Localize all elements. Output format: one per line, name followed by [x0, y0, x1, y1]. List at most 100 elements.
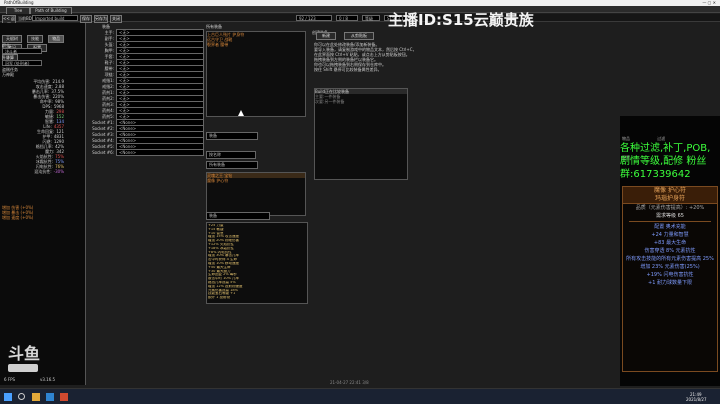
promo-line: 剧情等级,配修 粉丝	[620, 156, 707, 167]
mods-panel: 装备 +25 力量 +15 敏捷 +10 智慧 增加 15% 攻击速度 增加 20% 物…	[206, 212, 308, 304]
slot-label: Socket #2:	[92, 125, 114, 131]
taskbar: 21:49 2021/8/27	[0, 388, 720, 404]
mouse-cursor-icon	[238, 110, 244, 116]
slot-label: 戒指2:	[102, 83, 114, 89]
item-mod-line: +24 力量和智慧	[651, 232, 689, 238]
slot-label: 药剂4:	[102, 107, 114, 113]
promo-text: 各种过滤,补丁,POB, 剧情等级,配修 粉丝 群:617339642	[620, 142, 720, 181]
toolbar: << 返回 当前BD Imported build 保存 另存为 关闭 92 /…	[0, 14, 720, 29]
slot-label: 手套:	[104, 53, 114, 59]
equipment-slot-list: 主手: <无> 副手: <无> 头盔: <无> 胸甲: <无> 手套: <无> 鞋子: <无> 腰带: <…	[88, 28, 204, 156]
slot-label: Socket #6:	[92, 149, 114, 155]
slot-label: 胸甲:	[104, 47, 114, 53]
stat-row: 混沌抗性: -30%	[2, 169, 84, 174]
slot-label: 头盔:	[104, 41, 114, 47]
version-readout: v3.16.5	[40, 377, 56, 382]
stat-label: 混沌抗性:	[34, 169, 52, 174]
close-build-button[interactable]: 关闭	[110, 15, 122, 23]
pantheon-label: 万神殿	[2, 72, 14, 77]
side-tab[interactable]: 物品	[622, 136, 652, 141]
item-requirement: 需求等级 65	[656, 213, 684, 219]
build-compare-panel: Build正在比较装备 主要:一件装备 次要:另一件装备	[314, 88, 408, 180]
item-card: 魔像 护心符 玛瑙护身符 品质（元素伤害提高）: +20% 需求等级 65 配置…	[622, 186, 718, 372]
bottom-timestamp: 21-04-27 22:41 3/8	[330, 380, 369, 385]
slot-select[interactable]: <None>	[116, 148, 204, 156]
item-mod-line: +1 耐力球数量下限	[648, 280, 692, 286]
slot-label: 戒指1:	[102, 77, 114, 83]
item-filter-panel: 装备 按名称 所有装备 灵魂之王 宝钻 魔像 护心符	[206, 122, 306, 216]
item-mod-line: +83 最大生命	[653, 240, 687, 246]
logo-text: 斗鱼	[8, 344, 41, 363]
level-field[interactable]: 92 / 123	[296, 15, 332, 21]
all-items-panel: 所有装备 新增 导入 删除未使用 上古巨人残片 护身符 远古守卫 战靴 裂界者 …	[206, 24, 306, 118]
item-mod-line: 所有攻击技能的所有元素伤害提高 25%	[626, 256, 714, 262]
promo-line: 各种过滤,补丁,POB,	[620, 143, 711, 154]
slot-label: 药剂3:	[102, 101, 114, 107]
item-quality: 品质（元素伤害提高）: +20%	[635, 205, 705, 211]
window-title: PathOfBuilding	[4, 0, 34, 5]
mods-list[interactable]: +25 力量 +15 敏捷 +10 智慧 增加 15% 攻击速度 增加 20% 物理伤害…	[206, 222, 308, 304]
douyu-logo: 斗鱼	[8, 345, 48, 375]
slot-label: 鞋子:	[104, 59, 114, 65]
side-tab[interactable]: 过滤	[657, 136, 687, 141]
left-sidebar: 天赋树 技能 物品 计算 笔记 配置 职业: 决斗者 升华: 冠军 (处刑者) …	[0, 23, 86, 385]
slot-label: 项链:	[104, 71, 114, 77]
equipment-slot: Socket #6: <None>	[88, 148, 204, 156]
craft-clipboard-button[interactable]: 从剪贴板	[344, 32, 374, 40]
item-mod-line: 增加 23% 元素伤害(25%)	[640, 264, 700, 270]
top-tabs: Tree Path of Building	[0, 6, 720, 15]
build-name-field[interactable]: Imported build	[32, 15, 78, 21]
streamer-banner: 主播ID:S15云巅贵族	[388, 11, 534, 29]
mod-line[interactable]: 额外 1 投射物	[208, 296, 306, 300]
selected-items-list[interactable]: 灵魂之王 宝钻 魔像 护心符	[206, 172, 306, 216]
save-as-button[interactable]: 另存为	[94, 15, 108, 23]
slot-label: Socket #1:	[92, 119, 114, 125]
equipment-panel: 装备 主手: <无> 副手: <无> 头盔: <无> 胸甲: <无> 手套: <无> 鞋子: <无> 腰…	[88, 24, 204, 180]
slot-label: 药剂5:	[102, 113, 114, 119]
all-items-list[interactable]: 上古巨人残片 护身符 远古守卫 战靴 裂界者 腰带	[206, 31, 306, 117]
slot-label: Socket #4:	[92, 137, 114, 143]
extra-line: 增加 速度 (+0%)	[2, 215, 34, 220]
right-overlay: 物品 过滤 配置 各种过滤,补丁,POB, 剧情等级,配修 粉丝 群:61733…	[620, 116, 720, 386]
ascend-select[interactable]: 冠军 (处刑者)	[2, 60, 42, 66]
item-mod-line: +19% 闪电伤害抗性	[646, 272, 694, 278]
item-mod-line: 伤害穿透 8% 元素抗性	[644, 248, 696, 254]
slot-label: 副手:	[104, 35, 114, 41]
list-item[interactable]: 裂界者 腰带	[207, 42, 305, 47]
taskbar-app-icon[interactable]	[46, 393, 54, 401]
slot-label: 腰带:	[104, 65, 114, 71]
stats-list: 平均伤害: 214.9 攻击速度: 2.88 暴击几率: 37.5% 暴击伤害: 220% 命中…	[2, 79, 84, 174]
slot-label: 主手:	[104, 29, 114, 35]
craft-new-button[interactable]: 新建	[316, 32, 336, 40]
item-title-block: 魔像 护心符 玛瑙护身符	[623, 187, 717, 204]
window-controls[interactable]: — ▢ ✕	[702, 0, 716, 5]
item-mods: 配置 奥术充能 +24 力量和智慧 +83 最大生命伤害穿透 8% 元素抗性所有攻击…	[623, 223, 717, 287]
help-line: 按住 Shift 悬停可比较装备属性差异。	[314, 67, 382, 72]
mode-select[interactable]: 等级	[362, 15, 380, 21]
type-filter[interactable]: 所有装备	[206, 161, 258, 169]
mods-filter[interactable]: 装备	[206, 212, 270, 220]
build-compare-line: 次要:另一件装备	[315, 99, 345, 104]
promo-line: 群:617339642	[620, 169, 691, 180]
taskbar-app-icon[interactable]	[32, 393, 40, 401]
slot-label: 药剂2:	[102, 95, 114, 101]
stat-value: -30%	[53, 169, 64, 174]
craft-panel: 创建装备 新建 从剪贴板 你可以在此处修改装备/添加新装备。要导入装备，请复制游…	[312, 30, 462, 90]
save-button[interactable]: 保存	[80, 15, 92, 23]
slot-label: 药剂1:	[102, 89, 114, 95]
item-mod-line: 配置 奥术充能	[654, 224, 686, 230]
item-subtitle: 玛瑙护身符	[654, 195, 685, 202]
start-icon[interactable]	[4, 393, 12, 401]
slot-label: Socket #5:	[92, 143, 114, 149]
points-field: 0 / 8	[336, 15, 358, 21]
taskbar-app-icon[interactable]	[60, 393, 68, 401]
item-title: 魔像 护心符	[654, 187, 686, 194]
help-text: 你可以在此处修改装备/添加新装备。 要导入装备，请复制游戏中的物品文本，然后按 C…	[314, 42, 462, 72]
fps-readout: 6 FPS	[4, 377, 16, 382]
list-item[interactable]: 魔像 护心符	[207, 178, 305, 183]
class-select[interactable]: 决斗者	[2, 48, 42, 54]
slot-filter[interactable]: 装备	[206, 132, 258, 140]
search-icon[interactable]	[18, 393, 25, 400]
slot-label: Socket #3:	[92, 131, 114, 137]
sort-filter[interactable]: 按名称	[206, 151, 256, 159]
